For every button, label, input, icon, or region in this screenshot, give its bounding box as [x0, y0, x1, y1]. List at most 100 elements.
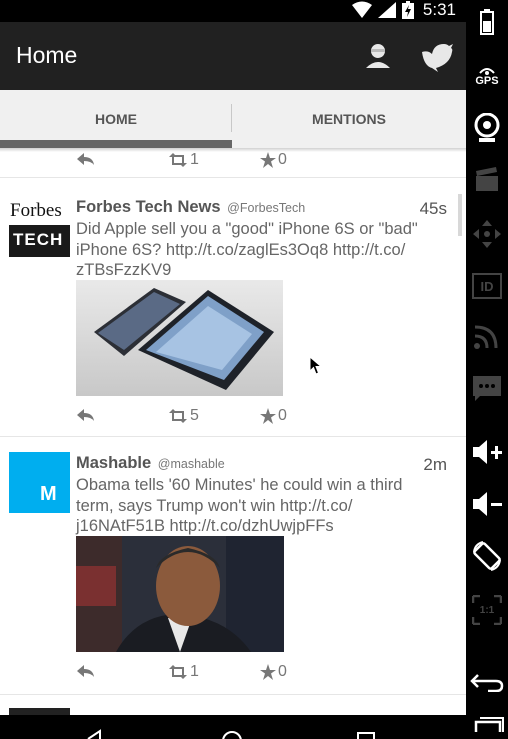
- profile-icon[interactable]: [362, 40, 394, 72]
- scale-label: 1:1: [479, 604, 495, 616]
- scrollbar-thumb[interactable]: [458, 194, 462, 236]
- retweet-count: 5: [190, 407, 199, 424]
- iphone-photo: [94, 288, 274, 390]
- tweet-text-line: j16NAtF51B http://t.co/dzhUwjpFFs: [76, 517, 334, 535]
- tab-selected-indicator: [0, 140, 232, 148]
- tweet-author-handle: @ForbesTech: [227, 201, 306, 215]
- star-icon: [260, 664, 276, 680]
- star-icon: [260, 408, 276, 424]
- reply-button[interactable]: [76, 151, 96, 167]
- back-button[interactable]: [466, 662, 508, 702]
- battery-button[interactable]: [466, 2, 508, 42]
- avatar[interactable]: [9, 708, 70, 715]
- retweet-count: 1: [190, 151, 199, 168]
- sms-button[interactable]: [466, 368, 508, 408]
- tweet-author-handle: @mashable: [157, 457, 225, 471]
- status-bar: 5:31: [0, 0, 466, 22]
- tweet-divider: [0, 436, 466, 437]
- volume-up-button[interactable]: [466, 432, 508, 472]
- reply-button[interactable]: [76, 407, 96, 423]
- tweet-author-name[interactable]: Mashable: [76, 454, 151, 472]
- tweet-actions: 1 0: [76, 151, 376, 173]
- dpad-button[interactable]: [466, 214, 508, 254]
- tweet-text[interactable]: Did Apple sell you a "good" iPhone 6S or…: [76, 219, 441, 281]
- device-id-button[interactable]: ID: [466, 266, 508, 306]
- retweet-button[interactable]: 1: [168, 151, 199, 169]
- gps-button[interactable]: GPS: [466, 56, 508, 96]
- retweet-icon: [169, 665, 187, 679]
- tweet-header: Forbes Tech News @ForbesTech: [76, 198, 305, 217]
- favorite-button[interactable]: 0: [260, 407, 287, 425]
- rotate-icon: [473, 541, 501, 571]
- battery-icon: [480, 9, 494, 35]
- battery-charging-icon: [402, 1, 414, 19]
- tweet-media-image[interactable]: [76, 280, 283, 396]
- tab-divider: [231, 104, 232, 132]
- wifi-icon: [352, 1, 372, 18]
- avatar-logo-bottom: TECH: [13, 230, 64, 249]
- network-button[interactable]: [466, 316, 508, 356]
- id-label: ID: [480, 278, 494, 294]
- tweet-text-line: Did Apple sell you a "good" iPhone 6S or…: [76, 220, 418, 238]
- recents-icon: [474, 717, 504, 732]
- home-icon[interactable]: [220, 729, 244, 739]
- reply-icon: [77, 665, 94, 677]
- tweet-divider: [0, 177, 466, 178]
- video-button[interactable]: [466, 160, 508, 200]
- tweet-text-line: Obama tells '60 Minutes' he could win a …: [76, 476, 403, 494]
- volume-down-icon: [473, 492, 502, 516]
- rotate-button[interactable]: [466, 536, 508, 576]
- clapperboard-icon: [476, 167, 498, 191]
- tweet-header: Mashable @mashable: [76, 454, 225, 473]
- retweet-button[interactable]: 1: [168, 663, 199, 681]
- reply-icon: [77, 153, 94, 165]
- tweet-media-image[interactable]: [76, 536, 284, 652]
- rss-icon: [474, 325, 498, 349]
- tweet-feed[interactable]: 1 0 Forbes TECH Forbes Tech News @Forbes…: [0, 150, 466, 715]
- tab-mentions[interactable]: MENTIONS: [233, 90, 465, 148]
- status-time: 5:31: [422, 0, 456, 19]
- page-title: Home: [16, 42, 78, 68]
- avatar-logo: M: [40, 483, 57, 505]
- back-icon[interactable]: [86, 729, 106, 739]
- bird-icon[interactable]: [420, 40, 454, 72]
- signal-icon: [378, 2, 396, 18]
- avatar[interactable]: M: [9, 452, 70, 513]
- tweet-text[interactable]: Obama tells '60 Minutes' he could win a …: [76, 475, 441, 537]
- favorite-count: 0: [278, 151, 287, 168]
- volume-down-button[interactable]: [466, 484, 508, 524]
- navigation-bar: [0, 715, 466, 739]
- tweet-divider: [0, 694, 466, 695]
- tab-bar: HOME MENTIONS: [0, 90, 466, 148]
- camera-button[interactable]: [466, 108, 508, 148]
- recents-icon[interactable]: [356, 731, 376, 739]
- scale-button[interactable]: 1:1: [466, 590, 508, 630]
- retweet-count: 1: [190, 663, 199, 680]
- favorite-count: 0: [278, 407, 287, 424]
- tweet-actions: 5 0: [76, 407, 376, 429]
- avatar-logo-top: Forbes: [9, 196, 70, 225]
- favorite-button[interactable]: 0: [260, 151, 287, 169]
- gps-icon: [479, 68, 495, 75]
- avatar[interactable]: Forbes TECH: [9, 196, 70, 257]
- tweet-time: 2m: [423, 455, 447, 474]
- phone-screen: 5:31 Home HOME MENTIONS 1 0 Forbes TECH …: [0, 0, 466, 739]
- retweet-button[interactable]: 5: [168, 407, 199, 425]
- volume-up-icon: [473, 440, 502, 464]
- tweet-time: 45s: [419, 199, 447, 218]
- star-icon: [260, 152, 276, 168]
- tweet-text-line: zTBsFzzKV9: [76, 261, 172, 279]
- gps-label: GPS: [475, 75, 499, 87]
- emulator-side-panel: GPS ID 1:1: [466, 0, 508, 739]
- retweet-icon: [169, 409, 187, 423]
- back-arrow-icon: [470, 674, 504, 692]
- tweet-author-name[interactable]: Forbes Tech News: [76, 198, 221, 216]
- tweet-actions: 1 0: [76, 663, 376, 685]
- app-bar: Home: [0, 22, 466, 90]
- webcam-icon: [474, 113, 500, 142]
- recents-button[interactable]: [466, 712, 508, 739]
- mouse-cursor-icon: [309, 356, 323, 375]
- reply-button[interactable]: [76, 663, 96, 679]
- tweet-text-line: iPhone 6S? http://t.co/zaglEs3Oq8 http:/…: [76, 240, 406, 259]
- favorite-button[interactable]: 0: [260, 663, 287, 681]
